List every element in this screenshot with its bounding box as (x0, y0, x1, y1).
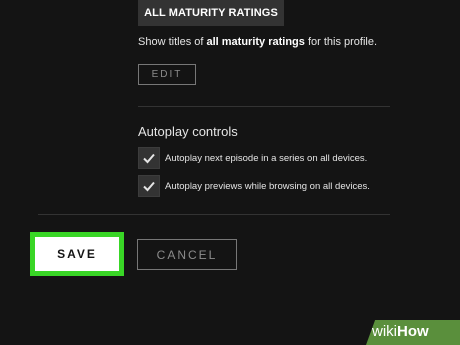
maturity-description-prefix: Show titles of (138, 36, 207, 48)
save-button[interactable]: SAVE (30, 232, 124, 276)
autoplay-previews-option[interactable]: Autoplay previews while browsing on all … (138, 175, 370, 197)
wikihow-watermark-wiki: wiki (372, 323, 397, 340)
maturity-description: Show titles of all maturity ratings for … (138, 36, 377, 48)
checkmark-icon (143, 181, 155, 192)
checkmark-icon (143, 153, 155, 164)
autoplay-previews-label: Autoplay previews while browsing on all … (165, 180, 370, 192)
edit-button[interactable]: EDIT (138, 64, 196, 85)
autoplay-section-title: Autoplay controls (138, 124, 238, 139)
maturity-description-bold: all maturity ratings (206, 36, 305, 48)
autoplay-previews-checkbox[interactable] (138, 175, 160, 197)
actions-divider (38, 214, 390, 215)
autoplay-next-episode-checkbox[interactable] (138, 147, 160, 169)
section-divider (138, 106, 390, 107)
wikihow-watermark-how: How (397, 323, 429, 340)
cancel-button[interactable]: CANCEL (137, 239, 237, 270)
autoplay-next-episode-label: Autoplay next episode in a series on all… (165, 152, 368, 164)
autoplay-next-episode-option[interactable]: Autoplay next episode in a series on all… (138, 147, 367, 169)
wikihow-watermark: wikiHow (372, 323, 429, 340)
maturity-description-suffix: for this profile. (304, 36, 378, 48)
maturity-rating-badge: ALL MATURITY RATINGS (138, 0, 284, 26)
